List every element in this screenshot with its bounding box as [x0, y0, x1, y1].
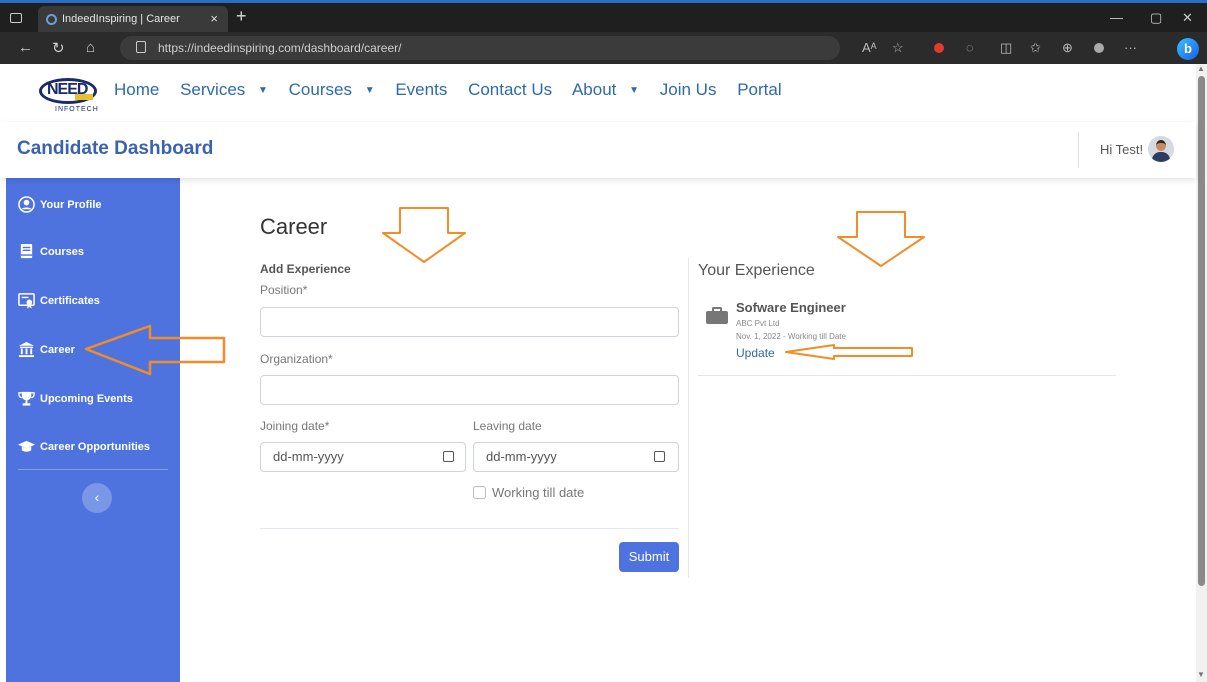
collections-icon[interactable]: ⊕ — [1062, 40, 1073, 56]
avatar-body — [1152, 152, 1170, 162]
read-aloud-icon[interactable]: Aᴬ — [862, 40, 877, 55]
tab-actions-icon[interactable] — [10, 13, 22, 23]
user-circle-icon — [18, 196, 35, 213]
back-icon[interactable]: ← — [18, 39, 33, 56]
profile-icon[interactable] — [1094, 43, 1104, 53]
browser-address-bar: ← ↻ ⌂ https://indeedinspiring.com/dashbo… — [0, 32, 1207, 64]
add-experience-title: Add Experience — [260, 262, 351, 276]
tab-close-icon[interactable]: × — [210, 6, 218, 32]
joining-date-label: Joining date* — [260, 419, 330, 433]
arrow-down-right-annotation — [837, 211, 925, 267]
nav-contact-us[interactable]: Contact Us — [468, 80, 560, 99]
favicon-icon — [46, 14, 57, 25]
url-field[interactable]: https://indeedinspiring.com/dashboard/ca… — [120, 36, 840, 60]
favorites-icon[interactable]: ✩ — [1030, 40, 1041, 56]
refresh-icon[interactable]: ↻ — [52, 39, 65, 57]
calendar-icon[interactable] — [654, 451, 665, 462]
leaving-date-label: Leaving date — [473, 419, 542, 433]
university-icon — [18, 341, 35, 358]
new-tab-icon[interactable]: + — [236, 6, 247, 27]
sidebar-item-career-opportunities[interactable]: Career Opportunities — [18, 436, 150, 458]
url-text: https://indeedinspiring.com/dashboard/ca… — [158, 41, 402, 55]
leaving-date-input[interactable]: dd-mm-yyyy — [473, 442, 679, 472]
form-divider — [260, 528, 679, 529]
scroll-down-icon[interactable]: ▼ — [1197, 670, 1205, 679]
browser-tab-bar: IndeedInspiring | Career × + — ▢ ✕ — [0, 3, 1207, 32]
experience-company: ABC Pvt Ltd — [736, 319, 780, 328]
arrow-down-left-annotation — [382, 207, 466, 263]
briefcase-icon — [706, 306, 728, 324]
caret-down-icon: ▼ — [258, 85, 268, 96]
dashboard-title: Candidate Dashboard — [17, 138, 214, 159]
nav-home[interactable]: Home — [114, 80, 167, 99]
site-logo[interactable]: NEED INFOTECH — [35, 76, 101, 118]
browser-tab[interactable]: IndeedInspiring | Career × — [38, 6, 228, 32]
bing-icon[interactable]: b — [1177, 38, 1199, 60]
sidebar-item-your-profile[interactable]: Your Profile — [18, 194, 102, 216]
update-link[interactable]: Update — [736, 346, 775, 360]
scrollbar-thumb[interactable] — [1198, 76, 1205, 586]
avatar-head — [1156, 140, 1166, 151]
position-label: Position* — [260, 283, 308, 297]
nav-portal[interactable]: Portal — [737, 80, 789, 99]
experience-divider — [698, 375, 1116, 376]
home-icon[interactable]: ⌂ — [86, 39, 95, 56]
sidebar-item-upcoming-events[interactable]: Upcoming Events — [18, 388, 133, 410]
sidebar-toggle-button[interactable]: ‹ — [82, 483, 112, 513]
calendar-icon[interactable] — [443, 451, 454, 462]
submit-button[interactable]: Submit — [619, 542, 679, 572]
certificate-icon — [18, 293, 35, 309]
tab-title: IndeedInspiring | Career — [62, 13, 180, 25]
extension-red-icon[interactable] — [934, 43, 944, 53]
working-till-date-checkbox[interactable] — [473, 486, 486, 499]
logo-subtext: INFOTECH — [55, 106, 99, 113]
lock-icon — [136, 41, 146, 53]
logo-text: NEED — [47, 81, 88, 98]
your-experience-heading: Your Experience — [698, 262, 815, 279]
sidebar-divider — [18, 469, 168, 470]
user-greeting[interactable]: Hi Test! — [1100, 142, 1143, 157]
sidebar-item-certificates[interactable]: Certificates — [18, 290, 100, 312]
book-icon — [20, 243, 33, 259]
nav-courses[interactable]: Courses ▼ — [289, 80, 383, 99]
experience-title: Sofware Engineer — [736, 300, 846, 315]
restore-icon[interactable]: ▢ — [1150, 10, 1162, 26]
page-scrollbar[interactable]: ▲ ▼ — [1196, 64, 1207, 682]
topbar-divider — [1078, 132, 1079, 168]
favorite-star-icon[interactable]: ☆ — [892, 40, 904, 56]
more-icon[interactable]: ··· — [1124, 40, 1137, 55]
avatar[interactable] — [1148, 136, 1174, 162]
experience-dates: Nov. 1, 2022 - Working till Date — [736, 332, 846, 341]
nav-events[interactable]: Events — [395, 80, 455, 99]
nav-services[interactable]: Services ▼ — [180, 80, 276, 99]
minimize-icon[interactable]: — — [1110, 10, 1123, 25]
sidebar: Your Profile Courses Certificates Career… — [6, 178, 180, 682]
window-close-icon[interactable]: ✕ — [1182, 10, 1193, 26]
arrow-left-update-annotation — [785, 344, 913, 360]
leaving-date-placeholder: dd-mm-yyyy — [486, 449, 557, 464]
main-nav: Home Services ▼ Courses ▼ Events Contact… — [114, 80, 798, 100]
joining-date-input[interactable]: dd-mm-yyyy — [260, 442, 466, 472]
caret-down-icon: ▼ — [364, 85, 375, 96]
sidebar-item-courses[interactable]: Courses — [18, 241, 84, 263]
split-screen-icon[interactable]: ◫ — [1000, 40, 1012, 56]
graduation-cap-icon — [18, 440, 35, 452]
nav-about[interactable]: About ▼ — [572, 80, 647, 99]
sidebar-item-career[interactable]: Career — [18, 339, 75, 361]
organization-label: Organization* — [260, 352, 333, 366]
page-title: Career — [260, 214, 328, 239]
site-header: NEED INFOTECH Home Services ▼ Courses ▼ … — [0, 64, 1196, 122]
dashboard-topbar: Candidate Dashboard Hi Test! — [0, 122, 1196, 178]
scroll-up-icon[interactable]: ▲ — [1197, 64, 1205, 73]
column-divider — [688, 258, 689, 578]
caret-down-icon: ▼ — [629, 85, 640, 96]
trophy-icon — [18, 391, 35, 406]
working-till-date-label[interactable]: Working till date — [492, 485, 584, 500]
nav-join-us[interactable]: Join Us — [660, 80, 725, 99]
joining-date-placeholder: dd-mm-yyyy — [273, 449, 344, 464]
organization-input[interactable] — [260, 375, 679, 405]
extension-icon[interactable]: ◌ — [966, 40, 974, 55]
position-input[interactable] — [260, 307, 679, 337]
